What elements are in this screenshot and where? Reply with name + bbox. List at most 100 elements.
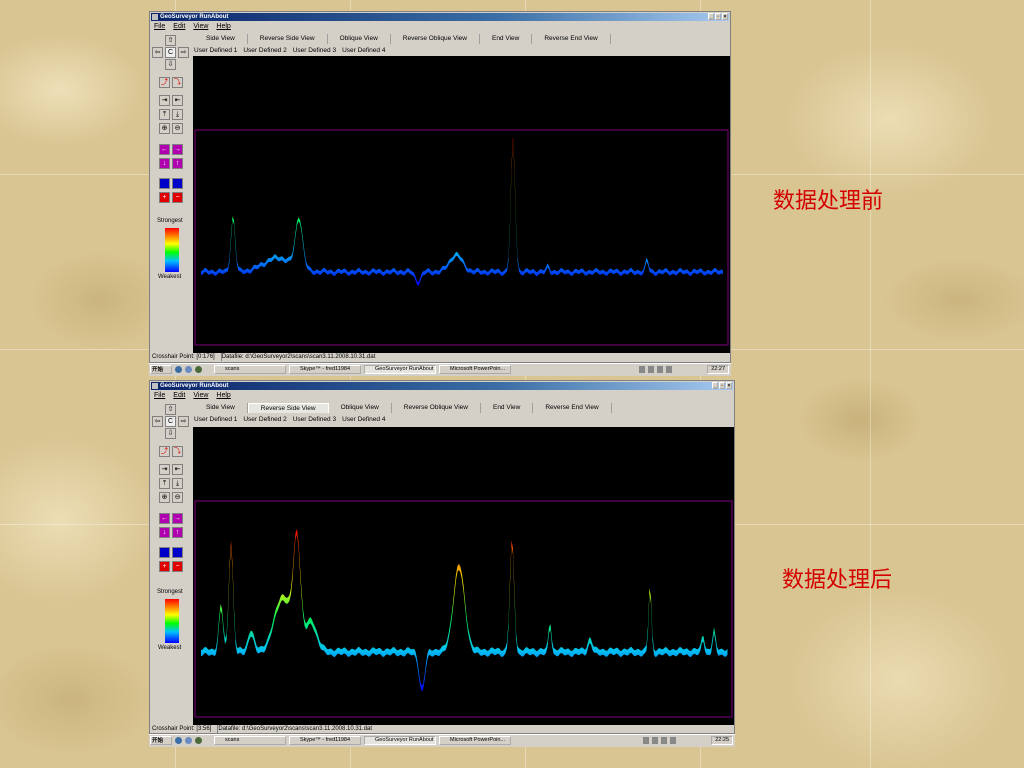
- pan-down-icon[interactable]: ↓: [159, 527, 170, 538]
- tab-user-defined-2[interactable]: User Defined 2: [243, 415, 286, 424]
- gain-minus-icon[interactable]: −: [172, 192, 183, 203]
- task-powerpoint[interactable]: Microsoft PowerPoin...: [439, 736, 511, 745]
- close-button[interactable]: ×: [726, 382, 732, 389]
- rotate-left-icon[interactable]: ⇦: [152, 47, 163, 58]
- start-button[interactable]: 开始: [150, 365, 172, 374]
- zoom-out-icon[interactable]: ⊖: [172, 492, 183, 503]
- start-button[interactable]: 开始: [150, 736, 172, 745]
- blue-filter-icon[interactable]: [172, 178, 183, 189]
- network-icon[interactable]: [643, 737, 649, 744]
- tray-app-icon[interactable]: [657, 366, 663, 373]
- tab-user-defined-1[interactable]: User Defined 1: [194, 415, 237, 424]
- tab-user-defined-4[interactable]: User Defined 4: [342, 415, 385, 424]
- menu-file[interactable]: File: [154, 22, 165, 32]
- blue-filter-icon[interactable]: [159, 178, 170, 189]
- stretch-horizontal-icon[interactable]: ⇥: [159, 464, 170, 475]
- pan-right-icon[interactable]: →: [172, 144, 183, 155]
- volume-icon[interactable]: [648, 366, 654, 373]
- gain-minus-icon[interactable]: −: [172, 561, 183, 572]
- minimize-button[interactable]: _: [712, 382, 718, 389]
- menu-edit[interactable]: Edit: [173, 22, 185, 32]
- tab-user-defined-4[interactable]: User Defined 4: [342, 46, 385, 55]
- maximize-button[interactable]: ▫: [719, 382, 725, 389]
- rotate-down-icon[interactable]: ⇩: [165, 428, 176, 439]
- zoom-in-icon[interactable]: ⊕: [159, 123, 170, 134]
- rotate-left-icon[interactable]: ⇦: [152, 416, 163, 427]
- task-skype[interactable]: Skype™ - fred11984: [289, 736, 361, 745]
- quicklaunch-media-icon[interactable]: [195, 366, 202, 373]
- gain-plus-icon[interactable]: +: [159, 192, 170, 203]
- rotate-right-icon[interactable]: ⇨: [178, 416, 189, 427]
- menu-view[interactable]: View: [193, 391, 208, 401]
- zoom-out-icon[interactable]: ⊖: [172, 123, 183, 134]
- pan-down-icon[interactable]: ↓: [159, 158, 170, 169]
- shrink-horizontal-icon[interactable]: ⇤: [172, 95, 183, 106]
- menu-file[interactable]: File: [154, 391, 165, 401]
- tab-user-defined-2[interactable]: User Defined 2: [243, 46, 286, 55]
- rotate-down-icon[interactable]: ⇩: [165, 59, 176, 70]
- rotate-up-icon[interactable]: ⇧: [165, 404, 176, 415]
- tab-side-view[interactable]: Side View: [194, 34, 248, 44]
- menu-view[interactable]: View: [193, 22, 208, 32]
- task-geosurveyor[interactable]: GeoSurveyor RunAbout: [364, 365, 436, 374]
- tab-end-view[interactable]: End View: [480, 34, 533, 44]
- quicklaunch-desktop-icon[interactable]: [185, 737, 192, 744]
- quicklaunch-media-icon[interactable]: [195, 737, 202, 744]
- tab-reverse-oblique-view[interactable]: Reverse Oblique View: [392, 403, 481, 413]
- pan-right-icon[interactable]: →: [172, 513, 183, 524]
- scan-display-before[interactable]: [193, 56, 730, 353]
- input-method-icon[interactable]: [670, 737, 676, 744]
- tab-reverse-oblique-view[interactable]: Reverse Oblique View: [391, 34, 480, 44]
- shrink-vertical-icon[interactable]: ⤓: [172, 109, 183, 120]
- tilt-left-icon[interactable]: ⤴: [159, 77, 170, 88]
- shrink-vertical-icon[interactable]: ⤓: [172, 478, 183, 489]
- quicklaunch-ie-icon[interactable]: [175, 737, 182, 744]
- pan-left-icon[interactable]: ←: [159, 513, 170, 524]
- rotate-right-icon[interactable]: ⇨: [178, 47, 189, 58]
- zoom-in-icon[interactable]: ⊕: [159, 492, 170, 503]
- pan-up-icon[interactable]: ↑: [172, 527, 183, 538]
- task-powerpoint[interactable]: Microsoft PowerPoin...: [439, 365, 511, 374]
- task-geosurveyor[interactable]: GeoSurveyor RunAbout: [364, 736, 436, 745]
- close-button[interactable]: ×: [722, 13, 728, 20]
- tab-oblique-view[interactable]: Oblique View: [329, 403, 392, 413]
- menu-help[interactable]: Help: [216, 391, 230, 401]
- tab-end-view[interactable]: End View: [481, 403, 534, 413]
- menu-help[interactable]: Help: [216, 22, 230, 32]
- tab-reverse-end-view[interactable]: Reverse End View: [532, 34, 611, 44]
- tilt-right-icon[interactable]: ⤵: [172, 446, 183, 457]
- input-method-icon[interactable]: [666, 366, 672, 373]
- volume-icon[interactable]: [652, 737, 658, 744]
- tray-app-icon[interactable]: [661, 737, 667, 744]
- tab-oblique-view[interactable]: Oblique View: [328, 34, 391, 44]
- pan-up-icon[interactable]: ↑: [172, 158, 183, 169]
- tab-user-defined-3[interactable]: User Defined 3: [293, 415, 336, 424]
- scan-display-after[interactable]: [193, 427, 734, 725]
- task-scans[interactable]: scans: [214, 365, 286, 374]
- task-scans[interactable]: scans: [214, 736, 286, 745]
- tab-side-view[interactable]: Side View: [194, 403, 248, 413]
- blue-filter-icon[interactable]: [172, 547, 183, 558]
- quicklaunch-desktop-icon[interactable]: [185, 366, 192, 373]
- task-skype[interactable]: Skype™ - fred11984: [289, 365, 361, 374]
- tab-user-defined-1[interactable]: User Defined 1: [194, 46, 237, 55]
- tab-reverse-side-view[interactable]: Reverse Side View: [248, 34, 328, 44]
- tab-reverse-end-view[interactable]: Reverse End View: [533, 403, 612, 413]
- stretch-vertical-icon[interactable]: ⤒: [159, 109, 170, 120]
- blue-filter-icon[interactable]: [159, 547, 170, 558]
- tilt-right-icon[interactable]: ⤵: [172, 77, 183, 88]
- stretch-horizontal-icon[interactable]: ⇥: [159, 95, 170, 106]
- tab-user-defined-3[interactable]: User Defined 3: [293, 46, 336, 55]
- gain-plus-icon[interactable]: +: [159, 561, 170, 572]
- center-button[interactable]: C: [165, 416, 176, 427]
- tab-reverse-side-view[interactable]: Reverse Side View: [247, 403, 329, 413]
- shrink-horizontal-icon[interactable]: ⇤: [172, 464, 183, 475]
- tilt-left-icon[interactable]: ⤴: [159, 446, 170, 457]
- pan-left-icon[interactable]: ←: [159, 144, 170, 155]
- quicklaunch-ie-icon[interactable]: [175, 366, 182, 373]
- menu-edit[interactable]: Edit: [173, 391, 185, 401]
- center-button[interactable]: C: [165, 47, 176, 58]
- stretch-vertical-icon[interactable]: ⤒: [159, 478, 170, 489]
- network-icon[interactable]: [639, 366, 645, 373]
- maximize-button[interactable]: ▫: [715, 13, 721, 20]
